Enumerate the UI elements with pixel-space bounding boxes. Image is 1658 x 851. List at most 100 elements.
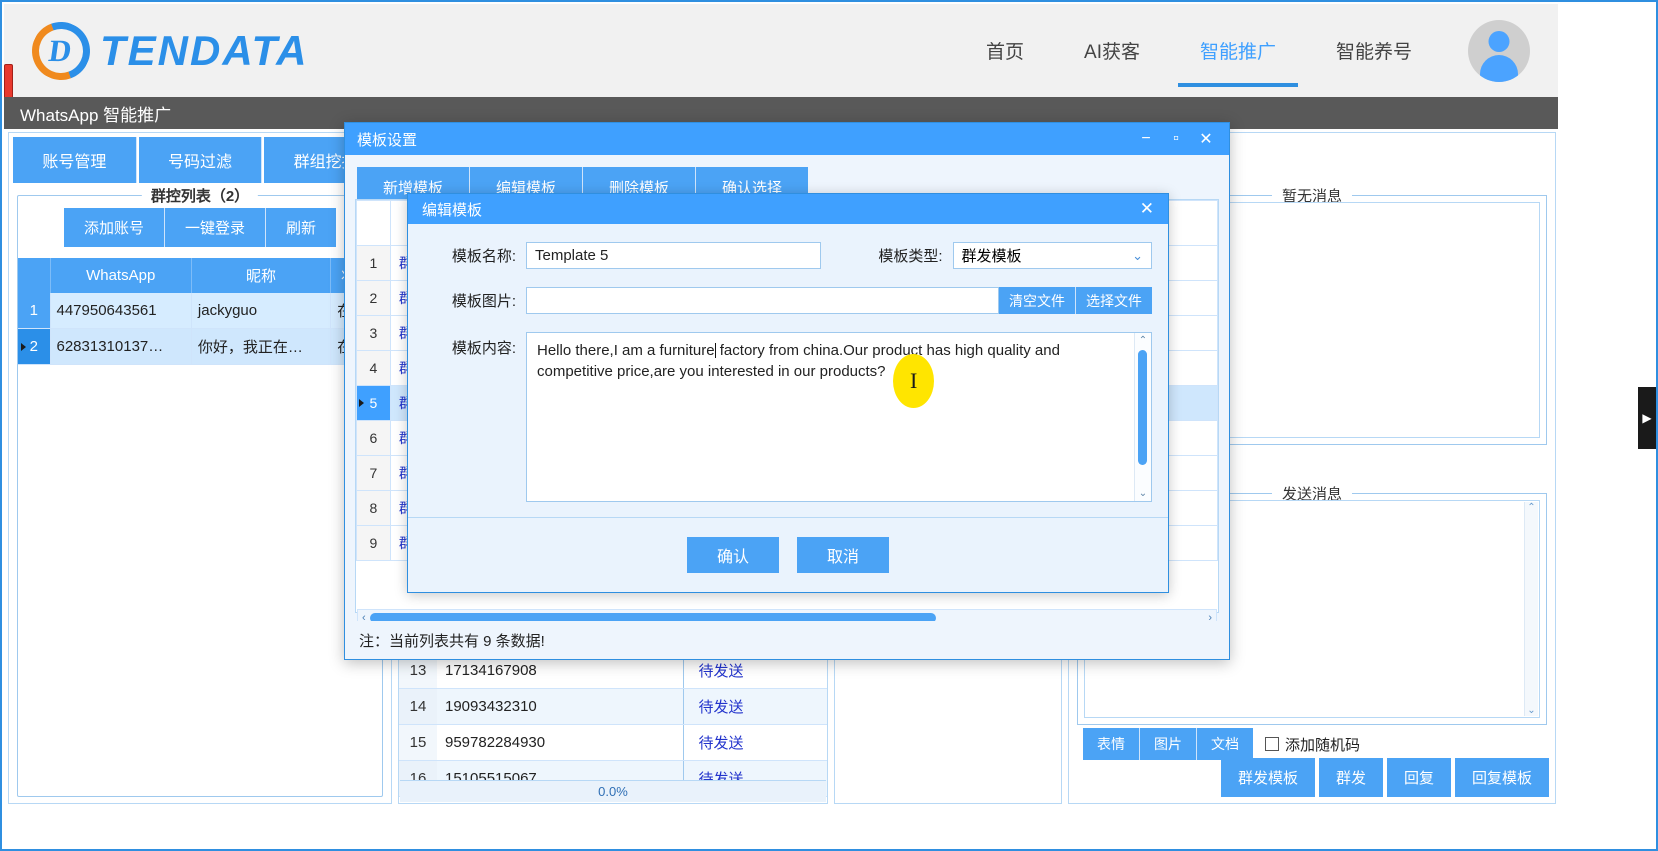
row-index: 1	[18, 293, 51, 329]
col-index	[18, 258, 51, 293]
text-cursor-icon: I	[910, 368, 918, 393]
refresh-button[interactable]: 刷新	[266, 208, 337, 247]
col-nickname: 昵称	[191, 258, 332, 293]
content-before-caret: Hello there,I am a furniture	[537, 342, 715, 359]
scroll-down-icon[interactable]: ⌄	[1135, 486, 1151, 501]
edit-dialog-title: 编辑模板	[422, 201, 483, 219]
minimize-icon[interactable]: −	[1131, 126, 1161, 152]
close-icon[interactable]: ✕	[1134, 199, 1160, 219]
image-row: 模板图片: 清空文件 选择文件	[408, 287, 1168, 314]
nav-label: 智能养号	[1335, 42, 1412, 63]
add-account-button[interactable]: 添加账号	[63, 208, 165, 247]
row-selector-arrow-icon	[21, 342, 26, 351]
checkbox-box-icon	[1265, 737, 1279, 751]
nav-item-smart-account[interactable]: 智能养号	[1306, 4, 1442, 97]
cell-status: 待发送	[683, 688, 827, 725]
row-index: 9	[356, 525, 391, 561]
row-selector-arrow-icon	[359, 399, 364, 407]
cell-nickname: 你好，我正在…	[191, 328, 332, 365]
close-icon[interactable]: ✕	[1191, 126, 1221, 152]
template-type-select[interactable]: 群发模板 ⌄	[952, 242, 1152, 269]
account-table: WhatsApp 昵称 状态 1 447950643561 jackyguo 在…	[18, 258, 382, 365]
row-index: 2	[356, 280, 391, 316]
mass-send-button[interactable]: 群发	[1318, 758, 1383, 797]
row-index: 8	[356, 490, 391, 526]
scroll-up-icon: ⌃	[1527, 502, 1536, 513]
tendata-logo-icon: D	[22, 11, 100, 90]
one-click-login-button[interactable]: 一键登录	[164, 208, 266, 247]
message-scrollbar[interactable]: ⌃ ⌄	[1524, 502, 1538, 716]
table-row[interactable]: 1 447950643561 jackyguo 在线	[18, 293, 382, 329]
row-index: 15	[399, 724, 437, 761]
template-image-label: 模板图片:	[451, 293, 516, 310]
send-action-row: 群发模板 群发 回复 回复模板	[1220, 758, 1549, 797]
main-nav: 首页 AI获客 智能推广 智能养号	[956, 4, 1442, 97]
image-button[interactable]: 图片	[1140, 728, 1197, 760]
edit-template-dialog: 编辑模板 ✕ 模板名称: Template 5 模板类型: 群发模板 ⌄ 模板图…	[407, 193, 1169, 593]
col-index	[356, 200, 391, 246]
avatar-head-icon	[1488, 30, 1510, 52]
content-scrollbar[interactable]: ⌃ ⌄	[1134, 333, 1151, 501]
row-index: 1	[356, 245, 391, 281]
cell-phone: 959782284930	[437, 724, 685, 761]
mass-template-button[interactable]: 群发模板	[1220, 758, 1315, 797]
brand-logo[interactable]: D TENDATA	[22, 11, 308, 90]
random-code-label: 添加随机码	[1285, 736, 1361, 754]
ghost-text	[562, 390, 566, 407]
choose-file-button[interactable]: 选择文件	[1076, 287, 1152, 314]
top-header: D TENDATA 首页 AI获客 智能推广 智能养号	[4, 4, 1558, 97]
confirm-button[interactable]: 确认	[687, 537, 779, 573]
record-count-note: 注：当前列表共有 9 条数据!	[345, 621, 1229, 659]
table-row[interactable]: 2 62831310137… 你好，我正在… 在线	[18, 328, 382, 365]
table-row[interactable]: 15 959782284930 待发送	[399, 724, 827, 761]
document-button[interactable]: 文档	[1197, 728, 1253, 760]
phone-number-table: 13 17134167908 待发送 14 19093432310 待发送 15…	[399, 653, 827, 797]
row-index: 7	[356, 455, 391, 491]
send-progress-bar: 0.0%	[400, 780, 826, 802]
nav-item-home[interactable]: 首页	[956, 4, 1054, 97]
sidebar-expand-arrow-icon[interactable]: ▶	[1638, 387, 1656, 449]
row-index: 14	[399, 688, 437, 725]
random-code-checkbox[interactable]: 添加随机码	[1265, 734, 1360, 755]
cell-nickname: jackyguo	[191, 293, 332, 329]
edit-dialog-title-bar[interactable]: 编辑模板 ✕	[408, 194, 1168, 224]
name-type-row: 模板名称: Template 5 模板类型: 群发模板 ⌄	[408, 242, 1168, 269]
reply-template-button[interactable]: 回复模板	[1454, 758, 1549, 797]
scroll-down-icon: ⌄	[1527, 705, 1536, 716]
nav-item-ai-acquisition[interactable]: AI获客	[1054, 4, 1170, 97]
row-index: 3	[356, 315, 391, 351]
table-row[interactable]: 14 19093432310 待发送	[399, 688, 827, 725]
clear-file-button[interactable]: 清空文件	[999, 287, 1076, 314]
cell-phone: 19093432310	[437, 688, 685, 725]
template-name-label: 模板名称:	[451, 248, 516, 265]
template-content-label: 模板内容:	[451, 340, 516, 357]
left-tab-row: 账号管理 号码过滤 群组挖掘	[9, 133, 391, 183]
row-index: 6	[356, 420, 391, 456]
tab-number-filter[interactable]: 号码过滤	[138, 137, 263, 183]
cell-whatsapp: 62831310137…	[50, 328, 192, 365]
maximize-icon[interactable]: ▫	[1161, 126, 1191, 152]
reply-button[interactable]: 回复	[1386, 758, 1451, 797]
template-name-input[interactable]: Template 5	[526, 242, 821, 269]
scrollbar-thumb[interactable]	[1138, 350, 1147, 465]
group-control-legend: 群控列表（2）	[141, 185, 259, 206]
scroll-up-icon[interactable]: ⌃	[1135, 333, 1151, 348]
cancel-button[interactable]: 取消	[797, 537, 889, 573]
template-name-value: Template 5	[535, 247, 609, 264]
avatar[interactable]	[1468, 19, 1530, 82]
cell-status: 待发送	[683, 724, 827, 761]
template-content-text: Hello there,I am a furniture factory fro…	[527, 333, 1151, 390]
edit-dialog-footer: 确认 取消	[408, 518, 1168, 592]
dialog-title-bar[interactable]: 模板设置 − ▫ ✕	[345, 123, 1229, 155]
nav-item-smart-promotion[interactable]: 智能推广	[1170, 4, 1306, 97]
nav-label: 首页	[986, 42, 1025, 63]
row-index: 5	[356, 385, 391, 421]
template-type-value: 群发模板	[961, 248, 1022, 265]
tab-account-management[interactable]: 账号管理	[13, 137, 137, 183]
emoji-button[interactable]: 表情	[1083, 728, 1140, 760]
template-image-input[interactable]	[526, 287, 999, 314]
template-content-textarea[interactable]: Hello there,I am a furniture factory fro…	[526, 332, 1152, 502]
dialog-title: 模板设置	[357, 131, 418, 149]
template-settings-dialog: 模板设置 − ▫ ✕ 新增模板 编辑模板 删除模板 确认选择 模板内容	[344, 122, 1230, 660]
nav-label: 智能推广	[1199, 42, 1276, 63]
